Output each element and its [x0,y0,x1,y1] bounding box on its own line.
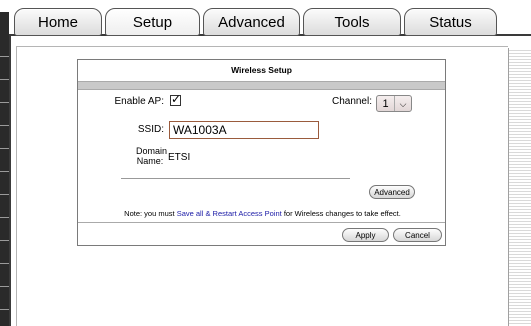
save-restart-link[interactable]: Save all & Restart Access Point [177,209,282,218]
ssid-input[interactable] [169,121,319,139]
dialog-title-bar [78,81,445,90]
domain-name-label: Domain Name: [98,146,168,166]
chevron-down-icon: ⌵ [394,96,411,111]
apply-button[interactable]: Apply [342,228,389,242]
restart-note: Note: you must Save all & Restart Access… [78,209,447,218]
tab-setup[interactable]: Setup [105,8,200,36]
tab-home[interactable]: Home [14,8,102,36]
advanced-button[interactable]: Advanced [369,185,415,199]
dialog-title: Wireless Setup [231,65,292,75]
tab-tools[interactable]: Tools [303,8,401,36]
domain-label-line2: Name: [136,156,164,166]
domain-value: ETSI [168,152,191,163]
cancel-button[interactable]: Cancel [393,228,442,242]
right-stripe-decoration [508,48,531,326]
tab-status[interactable]: Status [404,8,497,36]
ssid-label: SSID: [137,124,164,135]
enable-ap-checkbox[interactable] [170,92,181,106]
footer-divider [78,222,445,223]
domain-label-line1: Domain [136,146,168,156]
note-prefix: Note: you must [124,209,177,218]
channel-label: Channel: [331,96,372,107]
channel-select[interactable]: 1 ⌵ [376,95,412,112]
tab-advanced[interactable]: Advanced [203,8,300,36]
tab-bar: Home Setup Advanced Tools Status [14,8,531,36]
note-suffix: for Wireless changes to take effect. [281,209,401,218]
wireless-setup-dialog: Wireless Setup Enable AP: Channel: 1 ⌵ S… [77,59,446,246]
channel-value: 1 [382,97,389,110]
section-divider [121,178,350,179]
enable-ap-label: Enable AP: [114,96,164,107]
